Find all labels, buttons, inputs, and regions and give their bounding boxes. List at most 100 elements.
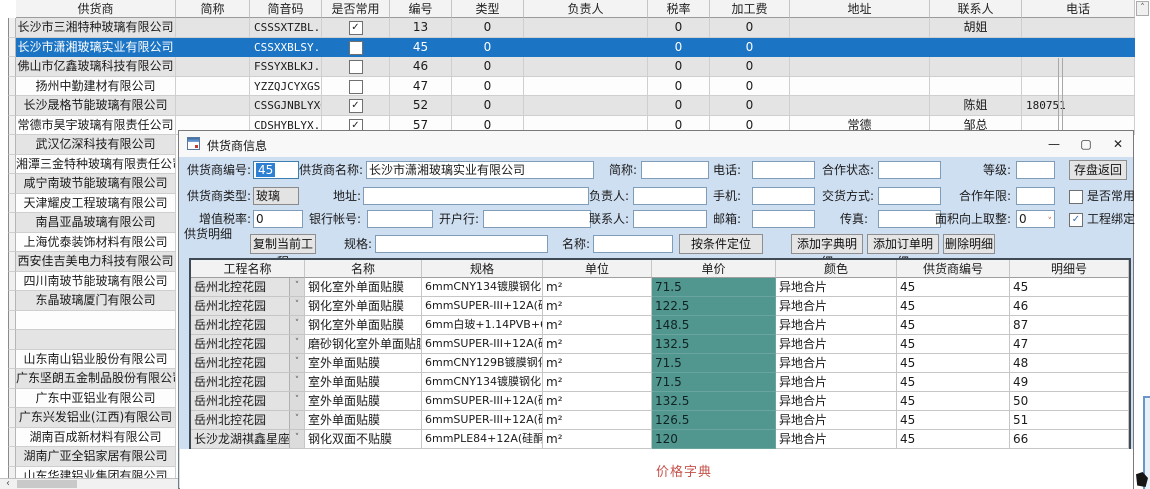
add-dictionary-detail-button[interactable]: 添加字典明细 [791, 234, 863, 254]
chevron-down-icon[interactable]: ˅ [289, 354, 304, 372]
detail-column-header[interactable]: 规格 [422, 260, 543, 278]
supplier-name-cell[interactable]: 山东南山铝业股份有限公司 [16, 350, 176, 369]
supplier-name-cell[interactable]: 天津耀皮工程玻璃有限公司 [16, 194, 176, 213]
detail-cell[interactable]: 6mmSUPER-III+12A(硅... [422, 297, 543, 316]
grid-cell[interactable] [524, 77, 648, 96]
supplier-name-cell[interactable]: 湖南广亚全铝家居有限公司 [16, 447, 176, 467]
unit-price-cell[interactable]: 71.5 [652, 373, 776, 392]
grid-cell[interactable]: 46 [390, 57, 452, 77]
detail-cell[interactable]: 异地合片 [776, 373, 897, 392]
detail-cell[interactable]: 室外单面贴膜 [305, 354, 422, 373]
area_round-field[interactable]: 0˅ [1016, 210, 1055, 228]
row-selector[interactable] [8, 369, 16, 389]
checkbox-checked-icon[interactable]: ✓ [349, 99, 363, 113]
detail-cell[interactable]: 岳州北控花园˅ [191, 278, 305, 297]
detail-column-header[interactable]: 工程名称 [191, 260, 305, 278]
detail-cell[interactable]: 钢化室外单面贴膜 [305, 297, 422, 316]
column-header[interactable]: 类型 [452, 0, 524, 18]
row-selector[interactable] [8, 194, 16, 213]
bank_account-field[interactable] [367, 210, 433, 228]
detail-cell[interactable]: 45 [897, 354, 1010, 373]
detail-column-header[interactable]: 颜色 [776, 260, 897, 278]
detail-cell[interactable]: 岳州北控花园˅ [191, 354, 305, 373]
grid-cell[interactable]: 0 [710, 18, 790, 38]
grid-cell[interactable] [790, 38, 930, 57]
name-filter-input[interactable] [593, 235, 673, 253]
detail-cell[interactable]: 钢化室外单面贴膜 [305, 316, 422, 335]
column-header[interactable]: 简音码 [250, 0, 322, 18]
detail-cell[interactable]: m² [543, 335, 652, 354]
address-field[interactable] [363, 187, 589, 205]
copy-current-project-button[interactable]: 复制当前工程 [250, 234, 316, 254]
detail-column-header[interactable]: 单价 [652, 260, 776, 278]
chevron-down-icon[interactable]: ˅ [289, 278, 304, 296]
grid-cell[interactable]: 常德市昊宇玻璃有限责任公司 [16, 116, 176, 135]
grid-cell[interactable] [790, 57, 930, 77]
grid-cell[interactable]: 扬州中勤建材有限公司 [16, 77, 176, 96]
maximize-icon[interactable]: ▢ [1071, 133, 1101, 155]
row-selector[interactable] [8, 38, 16, 57]
row-selector[interactable] [8, 174, 16, 194]
detail-cell[interactable]: 钢化室外单面贴膜 [305, 278, 422, 297]
grid-cell[interactable] [1022, 18, 1135, 38]
grid-cell[interactable]: 0 [648, 38, 710, 57]
grid-cell[interactable]: 0 [648, 57, 710, 77]
add-order-detail-button[interactable]: 添加订单明细 [867, 234, 939, 254]
grid-cell[interactable]: 0 [452, 18, 524, 38]
save-and-return-button[interactable]: 存盘返回 [1069, 160, 1127, 180]
grid-cell[interactable]: 长沙晟格节能玻璃有限公司 [16, 96, 176, 116]
detail-cell[interactable]: 45 [897, 411, 1010, 430]
row-selector[interactable] [8, 350, 16, 369]
detail-column-header[interactable]: 单位 [543, 260, 652, 278]
checkbox-unchecked-icon[interactable] [349, 80, 363, 94]
dialog-titlebar[interactable]: 供货商信息 — ▢ ✕ [179, 131, 1133, 157]
common-use-checkbox[interactable]: 是否常用 [1069, 187, 1135, 205]
detail-cell[interactable]: 45 [897, 297, 1010, 316]
detail-cell[interactable]: 异地合片 [776, 411, 897, 430]
grid-cell[interactable]: 47 [390, 77, 452, 96]
checkbox-checked-icon[interactable]: ✓ [1069, 213, 1083, 227]
grid-cell[interactable]: 0 [710, 96, 790, 116]
row-selector[interactable] [8, 233, 16, 252]
detail-cell[interactable]: m² [543, 430, 652, 449]
grid-cell[interactable]: 胡姐 [930, 18, 1022, 38]
grid-cell[interactable]: 180751 [1022, 96, 1135, 116]
grid-cell[interactable]: YZZQJCYXGS [250, 77, 322, 96]
mobile-field[interactable] [752, 187, 815, 205]
short_name-field[interactable] [641, 161, 709, 179]
grid-cell[interactable]: 0 [710, 38, 790, 57]
column-header[interactable]: 简称 [176, 0, 250, 18]
row-selector[interactable] [8, 252, 16, 272]
supplier-name-cell[interactable]: 上海优泰装饰材料有限公司 [16, 233, 176, 252]
detail-cell[interactable]: m² [543, 411, 652, 430]
unit-price-cell[interactable]: 120 [652, 430, 776, 449]
row-selector[interactable] [8, 77, 16, 96]
grid-cell[interactable] [1022, 38, 1135, 57]
phone-field[interactable] [752, 161, 815, 179]
close-icon[interactable]: ✕ [1103, 133, 1133, 155]
supplier-name-cell[interactable] [16, 330, 176, 350]
unit-price-cell[interactable]: 71.5 [652, 278, 776, 297]
detail-cell[interactable]: m² [543, 316, 652, 335]
grid-cell[interactable]: 0 [710, 57, 790, 77]
detail-cell[interactable]: m² [543, 354, 652, 373]
checkbox-checked-icon[interactable]: ✓ [349, 21, 363, 35]
detail-cell[interactable]: 66 [1010, 430, 1129, 449]
detail-cell[interactable]: 长沙龙湖祺鑫星座˅ [191, 430, 305, 449]
grid-cell[interactable] [930, 77, 1022, 96]
row-selector[interactable] [8, 57, 16, 77]
grid-cell[interactable]: 45 [390, 38, 452, 57]
grid-cell[interactable]: 13 [390, 18, 452, 38]
horizontal-scrollbar[interactable]: ‹ [0, 478, 183, 489]
detail-cell[interactable]: 50 [1010, 392, 1129, 411]
scrollbar-thumb[interactable] [17, 480, 77, 488]
common-checkbox-cell[interactable]: ✓ [322, 96, 390, 116]
supplier-name-cell[interactable]: 湘潭三金特种玻璃有限责任公司 [16, 155, 176, 174]
grid-cell[interactable]: 0 [452, 77, 524, 96]
detail-cell[interactable]: 6mmCNY134镀膜钢化 [422, 373, 543, 392]
detail-cell[interactable]: 室外单面贴膜 [305, 411, 422, 430]
grid-cell[interactable]: 0 [648, 96, 710, 116]
grid-cell[interactable]: 0 [648, 18, 710, 38]
chevron-down-icon[interactable]: ˅ [289, 335, 304, 353]
grid-cell[interactable] [524, 57, 648, 77]
